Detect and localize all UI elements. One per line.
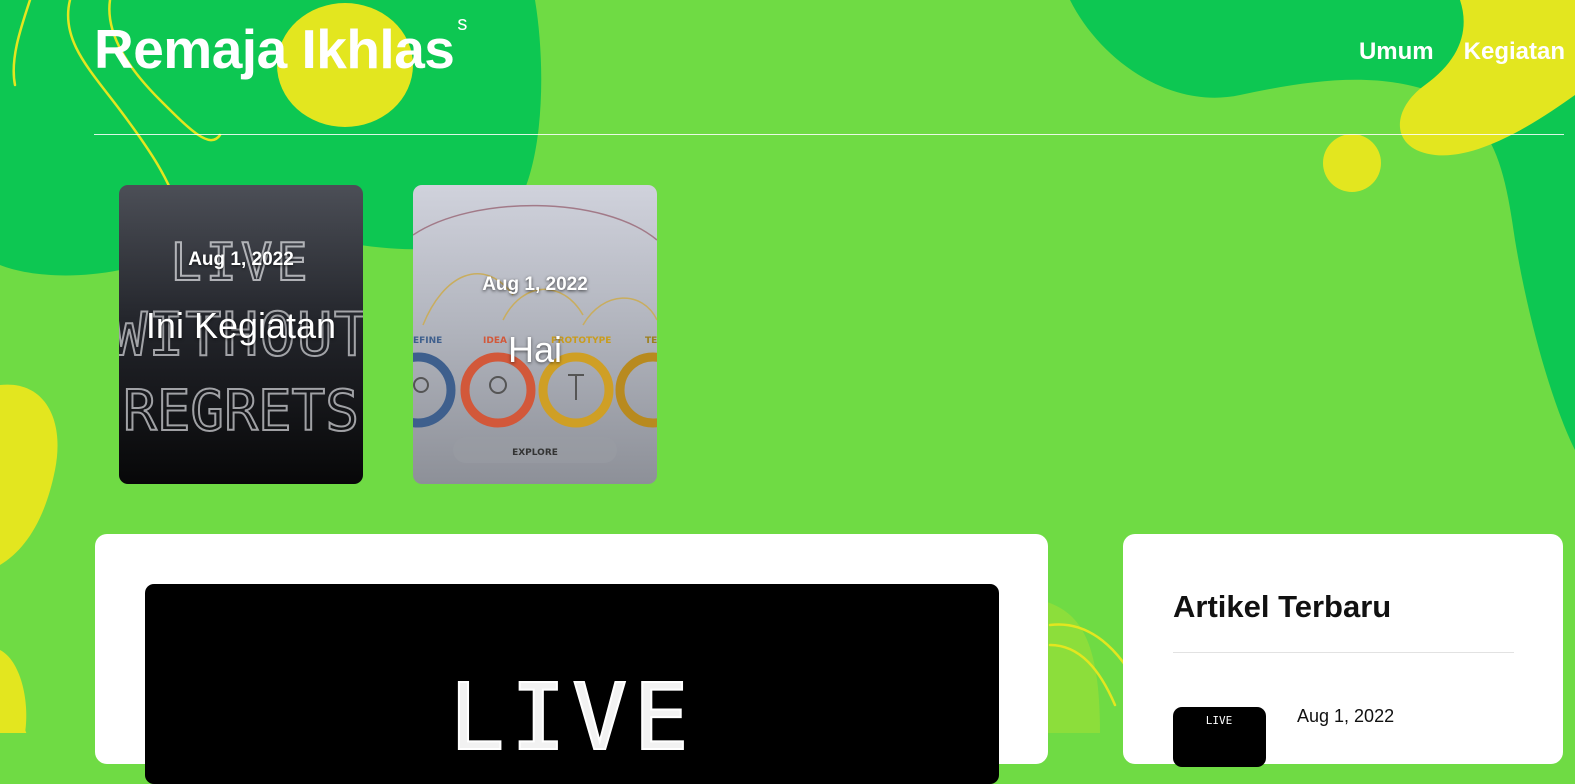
header-divider [94, 134, 1564, 135]
card-title[interactable]: Hai [413, 326, 657, 375]
card-image-explore-label: EXPLORE [512, 448, 558, 458]
featured-image-art: LIVE [448, 663, 695, 772]
recent-thumb-art: LIVE [1206, 714, 1233, 727]
sidebar-heading: Artikel Terbaru [1173, 589, 1392, 624]
recent-post-thumbnail[interactable]: LIVE [1173, 707, 1266, 767]
nav-item-umum[interactable]: Umum [1359, 38, 1434, 66]
recent-post-date: Aug 1, 2022 [1297, 706, 1395, 726]
recent-thumb-text: LIVE [1206, 714, 1233, 727]
site-title-superscript: s [457, 13, 467, 35]
sidebar: Artikel Terbaru LIVE Aug 1, 2022 [1123, 534, 1563, 767]
featured-post-image[interactable]: LIVE [145, 584, 999, 784]
card-date: Aug 1, 2022 [482, 274, 588, 295]
main-nav: Umum Kegiatan [1359, 38, 1565, 66]
main-content-panel: LIVE [95, 534, 1048, 784]
card-image-text-line-3: REGRETS [123, 379, 359, 444]
card-date: Aug 1, 2022 [188, 249, 294, 270]
card-title[interactable]: Ini Kegiatan [119, 302, 363, 351]
nav-item-kegiatan[interactable]: Kegiatan [1464, 38, 1565, 66]
site-title-text: Remaja Ikhlas [94, 18, 455, 80]
post-card[interactable]: LIVE WITHOUT REGRETS Aug 1, 2022 Ini Keg… [119, 185, 363, 484]
sidebar-divider [1173, 652, 1514, 653]
post-card[interactable]: EFINE IDEA PROTOTYPE TE EXPLORE Aug 1, 2… [413, 185, 657, 484]
site-title[interactable]: Remaja Ikhlas s [94, 14, 467, 77]
featured-image-text: LIVE [449, 664, 695, 771]
